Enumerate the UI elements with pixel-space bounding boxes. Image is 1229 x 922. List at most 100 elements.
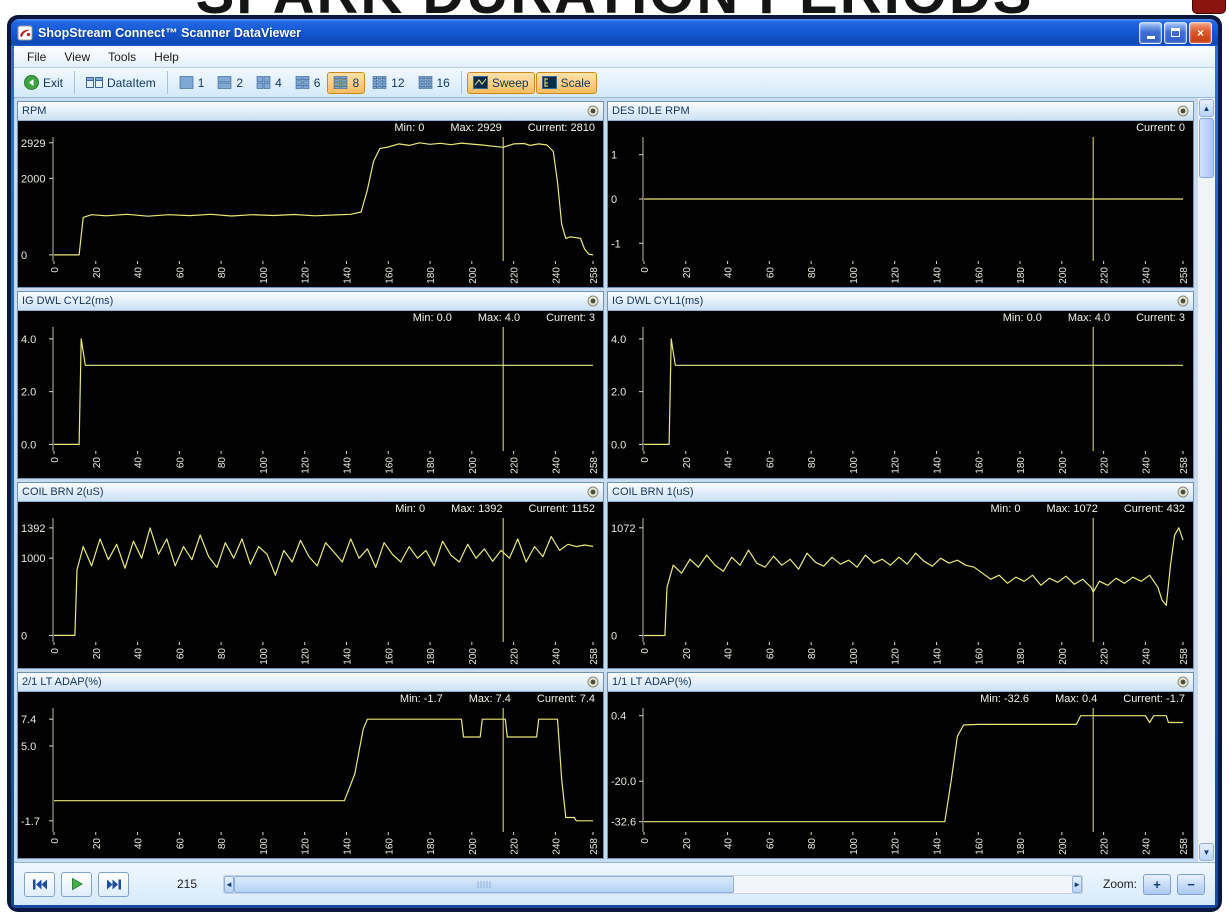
- svg-text:140: 140: [342, 457, 353, 474]
- plot-canvas[interactable]: 2929 2000 0 0 20 40 60 80 100 120 140 160 180 200 220 2…: [18, 121, 603, 287]
- zoom-out-button[interactable]: −: [1177, 873, 1205, 895]
- horizontal-scrollbar[interactable]: ◄ ►: [223, 874, 1083, 894]
- layout-button-6[interactable]: 6: [289, 72, 327, 94]
- horizontal-scroll-track[interactable]: [734, 876, 1073, 893]
- record-indicator-icon[interactable]: [587, 486, 599, 498]
- menu-file[interactable]: File: [18, 48, 55, 66]
- scroll-up-button[interactable]: ▲: [1199, 99, 1214, 117]
- sweep-toggle-button[interactable]: Sweep: [466, 71, 535, 94]
- stat-max: Max: 1392: [451, 502, 503, 515]
- stat-max: Max: 1072: [1046, 502, 1098, 515]
- maximize-button[interactable]: [1164, 21, 1187, 44]
- plot-stats: Min: 0 Max: 1072 Current: 432: [991, 503, 1186, 515]
- plot-canvas[interactable]: 7.4 5.0 -1.7 0 20 40 60 80 100 120 140 160 180 200 220…: [18, 692, 603, 858]
- svg-text:140: 140: [932, 267, 943, 284]
- plot-area: Min: 0 Max: 2929 Current: 2810 2929 2000 0 0 2…: [18, 121, 603, 287]
- cropped-page-heading: SPARK DURATION PERIODS: [0, 0, 1229, 15]
- svg-text:0: 0: [640, 267, 651, 273]
- record-indicator-icon[interactable]: [1177, 295, 1189, 307]
- layout-button-8[interactable]: 8: [327, 71, 366, 94]
- svg-text:160: 160: [974, 457, 985, 474]
- scroll-down-button[interactable]: ▼: [1199, 843, 1214, 861]
- frame-position-value: 215: [177, 877, 198, 891]
- zoom-in-button[interactable]: +: [1143, 873, 1171, 895]
- layout-button-12[interactable]: 12: [366, 72, 410, 94]
- vertical-scroll-thumb[interactable]: [1199, 118, 1214, 178]
- layout-button-label: 12: [391, 75, 405, 90]
- record-indicator-icon[interactable]: [587, 105, 599, 117]
- plot-canvas[interactable]: 0.4 -20.0 -32.6 0 20 40 60 80 100 120 140 160 180 200…: [608, 692, 1193, 858]
- layout-button-4[interactable]: 4: [250, 72, 288, 94]
- record-indicator-icon[interactable]: [587, 676, 599, 688]
- layout-button-16[interactable]: 16: [412, 72, 456, 94]
- panel-title: RPM: [22, 105, 47, 117]
- plot-area: Min: 0 Max: 1072 Current: 432 1072 0 0 20 40 60…: [608, 502, 1193, 668]
- svg-text:80: 80: [807, 267, 818, 279]
- stat-min: Min: 0.0: [412, 312, 452, 325]
- svg-text:240: 240: [551, 837, 562, 854]
- minimize-button[interactable]: [1139, 21, 1162, 44]
- vertical-scroll-track[interactable]: [1198, 178, 1215, 842]
- svg-text:40: 40: [134, 837, 145, 849]
- menu-help[interactable]: Help: [145, 48, 188, 66]
- scale-toggle-button[interactable]: Scale: [535, 71, 597, 94]
- svg-text:40: 40: [134, 457, 145, 469]
- plot-area: Min: 0.0 Max: 4.0 Current: 3 4.0 2.0 0.0 0 20 4…: [608, 311, 1193, 477]
- plot-canvas[interactable]: 1392 1000 0 0 20 40 60 80 100 120 140 160 180 200 220 2…: [18, 502, 603, 668]
- window-title: ShopStream Connect™ Scanner DataViewer: [38, 25, 302, 40]
- step-forward-button[interactable]: [98, 871, 129, 897]
- horizontal-scroll-thumb[interactable]: [233, 875, 734, 893]
- chart-panel-ig-dwl-cyl1-ms: IG DWL CYL1(ms) Min: 0.0 Max: 4.0 Current:…: [607, 291, 1194, 479]
- plot-canvas[interactable]: 1072 0 0 20 40 60 80 100 120 140 160 180 200 220 240 25…: [608, 502, 1193, 668]
- scroll-left-button[interactable]: ◄: [224, 875, 234, 893]
- svg-text:160: 160: [384, 457, 395, 474]
- title-bar[interactable]: ShopStream Connect™ Scanner DataViewer ×: [11, 19, 1218, 46]
- step-forward-icon: [106, 879, 121, 889]
- svg-text:0: 0: [611, 194, 617, 206]
- record-indicator-icon[interactable]: [587, 295, 599, 307]
- arrow-down-icon: ▼: [1202, 847, 1211, 857]
- stat-current: Current: 2810: [527, 122, 595, 134]
- close-button[interactable]: ×: [1189, 21, 1212, 44]
- layout-button-label: 16: [436, 75, 450, 90]
- plot-canvas[interactable]: 1 0 -1 0 20 40 60 80 100 120 140 160 180 200 220 240 258: [608, 121, 1193, 287]
- toolbar-separator: [74, 71, 76, 94]
- svg-text:1: 1: [611, 150, 617, 162]
- svg-text:40: 40: [134, 647, 145, 659]
- stat-min: Min: 0: [990, 502, 1021, 515]
- record-indicator-icon[interactable]: [1177, 105, 1189, 117]
- svg-text:0: 0: [640, 837, 651, 843]
- grid-icon: [295, 76, 310, 89]
- svg-text:200: 200: [1058, 457, 1069, 474]
- svg-text:-32.6: -32.6: [611, 816, 636, 828]
- svg-text:4.0: 4.0: [611, 334, 626, 346]
- chart-panel-des-idle-rpm: DES IDLE RPM Current: 0 1 0 -1 0 20 40 60 80 100…: [607, 101, 1194, 289]
- svg-text:100: 100: [849, 837, 860, 854]
- menu-view[interactable]: View: [55, 48, 99, 66]
- play-button[interactable]: [61, 871, 92, 897]
- layout-button-1[interactable]: 1: [173, 72, 211, 94]
- layout-button-2[interactable]: 2: [211, 72, 249, 94]
- svg-text:40: 40: [134, 267, 145, 279]
- svg-text:160: 160: [974, 267, 985, 284]
- plot-canvas[interactable]: 4.0 2.0 0.0 0 20 40 60 80 100 120 140 160 180 200 220 2…: [608, 311, 1193, 477]
- record-indicator-icon[interactable]: [1177, 676, 1189, 688]
- plot-canvas[interactable]: 4.0 2.0 0.0 0 20 40 60 80 100 120 140 160 180 200 220 2…: [18, 311, 603, 477]
- exit-button[interactable]: Exit: [18, 71, 69, 94]
- svg-text:220: 220: [1100, 837, 1111, 854]
- svg-text:0: 0: [50, 267, 61, 273]
- svg-text:160: 160: [974, 837, 985, 854]
- dataitem-button[interactable]: DataItem: [80, 72, 162, 94]
- vertical-scrollbar[interactable]: ▲ ▼: [1197, 98, 1215, 862]
- stat-min: Min: -32.6: [980, 692, 1030, 705]
- menu-tools[interactable]: Tools: [99, 48, 145, 66]
- step-back-button[interactable]: [24, 871, 55, 897]
- stat-current: Current: 3: [546, 312, 595, 325]
- svg-text:100: 100: [849, 457, 860, 474]
- scroll-right-button[interactable]: ►: [1072, 875, 1082, 893]
- svg-text:200: 200: [468, 837, 479, 854]
- record-indicator-icon[interactable]: [1177, 486, 1189, 498]
- plot-area: Min: -32.6 Max: 0.4 Current: -1.7 0.4 -20.0…: [608, 692, 1193, 858]
- plot-stats: Current: 0: [1136, 122, 1185, 134]
- svg-text:60: 60: [765, 647, 776, 659]
